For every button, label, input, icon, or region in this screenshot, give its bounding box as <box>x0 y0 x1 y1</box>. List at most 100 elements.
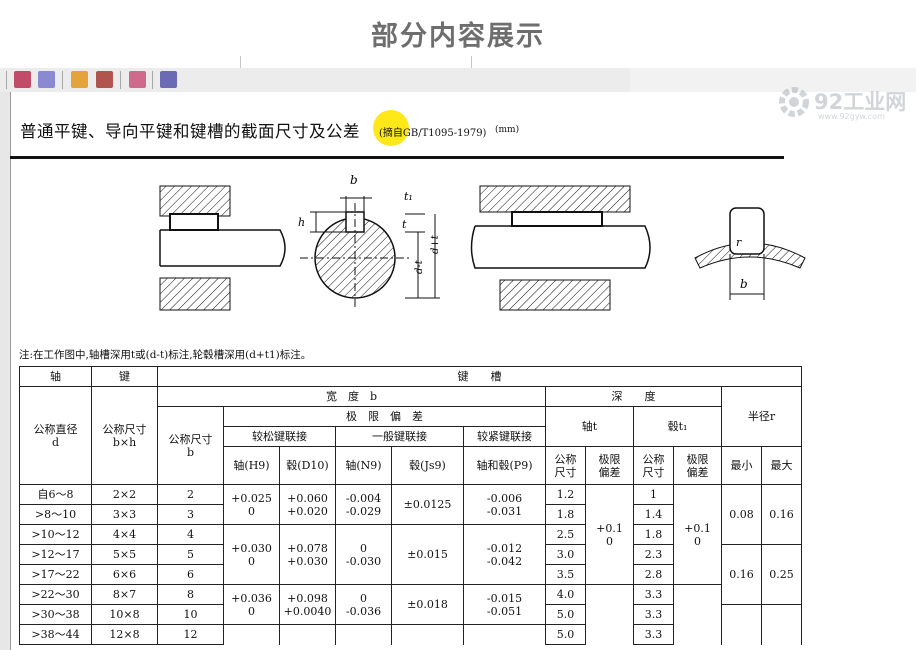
table-cell: +0.078 +0.030 <box>279 524 336 585</box>
table-cell: 2 <box>157 484 224 505</box>
header-depth: 深 度 <box>545 386 722 407</box>
header-keyway: 键 槽 <box>157 366 802 387</box>
heading-rule <box>10 156 784 159</box>
table-cell: ±0.018 <box>391 584 464 625</box>
bookmark-icon[interactable] <box>14 71 31 88</box>
header-t-limit: 极限 偏差 <box>585 446 634 485</box>
toolbar-separator <box>120 71 121 89</box>
table-cell: 自6～8 <box>19 484 92 505</box>
table-cell: 8 <box>157 584 224 605</box>
header-shaft: 轴 <box>19 366 92 387</box>
side-view-left <box>159 185 286 311</box>
table-cell: 0 -0.030 <box>335 524 392 585</box>
note-text: 注:在工作图中,轴槽深用t或(d-t)标注,轮毂槽深用(d+t1)标注。 <box>19 349 312 361</box>
table-cell <box>721 604 762 645</box>
header-radius: 半径r <box>721 386 802 447</box>
guide-key-view <box>470 185 651 311</box>
table-cell: 0.25 <box>761 544 802 605</box>
table-cell <box>335 624 392 645</box>
table-cell: 1.8 <box>545 504 586 525</box>
document-heading: 普通平键、导向平键和键槽的截面尺寸及公差 <box>20 122 360 141</box>
toolbar-separator <box>152 71 153 89</box>
label-h: h <box>298 216 305 229</box>
table-cell: 2.8 <box>633 564 674 585</box>
table-cell <box>463 624 546 645</box>
navigation-pane[interactable] <box>0 92 11 650</box>
table-cell: 5.0 <box>545 624 586 645</box>
header-hub-js9: 毂(Js9) <box>391 446 464 485</box>
table-cell: >10～12 <box>19 524 92 545</box>
cross-section-view: b h t₁ t d-t d+t <box>298 173 441 308</box>
header-width: 宽 度 b <box>157 386 546 407</box>
table-cell: 3 <box>157 504 224 525</box>
table-cell: -0.006 -0.031 <box>463 484 546 525</box>
find-icon[interactable] <box>38 71 55 88</box>
table-cell: -0.012 -0.042 <box>463 524 546 585</box>
table-cell <box>673 584 722 645</box>
table-row: >22～30 8×7 8 +0.036 0 +0.098 +0.0040 0 -0.036… <box>19 584 802 645</box>
table-cell: 0 -0.036 <box>335 584 392 625</box>
header-loose: 较松键联接 <box>223 426 336 447</box>
table-cell: -0.015 -0.051 <box>463 584 546 625</box>
table-cell: 5 <box>157 544 224 565</box>
table-cell: 3.0 <box>545 544 586 565</box>
header-r-max: 最大 <box>761 446 802 485</box>
label-r: r <box>736 236 742 249</box>
table-cell: >22～30 <box>19 584 92 605</box>
table-cell: 4 <box>157 524 224 545</box>
table-cell: 12 <box>157 624 224 645</box>
header-nominal-b: 公称尺寸 b <box>157 406 224 485</box>
table-cell: 1 <box>633 484 674 505</box>
label-t1: t₁ <box>404 190 413 203</box>
table-cell: 4×4 <box>91 524 158 545</box>
header-hub-d10: 毂(D10) <box>279 446 336 485</box>
help-icon[interactable] <box>129 71 146 88</box>
table-cell: ±0.015 <box>391 524 464 585</box>
label-b-detail: b <box>740 277 748 291</box>
home-icon[interactable] <box>71 71 88 88</box>
table-cell: 6×6 <box>91 564 158 585</box>
table-cell: 2.5 <box>545 524 586 545</box>
table-cell: 5.0 <box>545 604 586 625</box>
table-cell: +0.025 0 <box>223 484 280 525</box>
table-cell: 5×5 <box>91 544 158 565</box>
label-d-plus-t: d+t <box>430 234 441 254</box>
header-t1-nominal: 公称 尺寸 <box>633 446 674 485</box>
table-cell: 3.5 <box>545 564 586 585</box>
print-icon[interactable] <box>96 71 113 88</box>
table-cell <box>223 624 280 645</box>
header-nominal-diameter: 公称直径 d <box>19 386 92 485</box>
table-cell: 3×3 <box>91 504 158 525</box>
table-cell: >17～22 <box>19 564 92 585</box>
toolbar-separator <box>62 71 63 89</box>
table-cell: 2.3 <box>633 544 674 565</box>
table-cell: 2×2 <box>91 484 158 505</box>
header-t1-limit: 极限 偏差 <box>673 446 722 485</box>
label-t: t <box>402 218 407 231</box>
unit-label: (mm) <box>495 125 520 135</box>
table-cell: +0.1 0 <box>673 484 722 585</box>
table-cell <box>279 624 336 645</box>
header-nominal-size: 公称尺寸 b×h <box>91 386 158 485</box>
table-cell: 10 <box>157 604 224 625</box>
table-cell: 4.0 <box>545 584 586 605</box>
table-cell: 0.16 <box>761 484 802 545</box>
banner-title: 部分内容展示 <box>371 21 545 52</box>
key-dimension-table: 轴 键 键 槽 公称直径 d 公称尺寸 b×h 宽 度 b 深 度 半径r 公称尺寸… <box>19 366 802 645</box>
table-cell: 0.16 <box>721 544 762 605</box>
toolbar <box>0 68 630 93</box>
table-cell: +0.036 0 <box>223 584 280 625</box>
table-cell: +0.098 +0.0040 <box>279 584 336 625</box>
header-tolerance: 极 限 偏 差 <box>223 406 546 427</box>
header-shaft-hub-p9: 轴和毂(P9) <box>463 446 546 485</box>
table-cell: >38～44 <box>19 624 92 645</box>
table-cell: 0.08 <box>721 484 762 545</box>
table-cell <box>585 584 634 645</box>
label-d-minus-t: d-t <box>414 259 425 274</box>
options-icon[interactable] <box>160 71 177 88</box>
header-shaft-h9: 轴(H9) <box>223 446 280 485</box>
table-cell: -0.004 -0.029 <box>335 484 392 525</box>
header-key: 键 <box>91 366 158 387</box>
table-cell: 8×7 <box>91 584 158 605</box>
table-row: 自6～8 2×2 2 +0.025 0 +0.060 +0.020 -0.004 -0.0… <box>19 484 802 585</box>
